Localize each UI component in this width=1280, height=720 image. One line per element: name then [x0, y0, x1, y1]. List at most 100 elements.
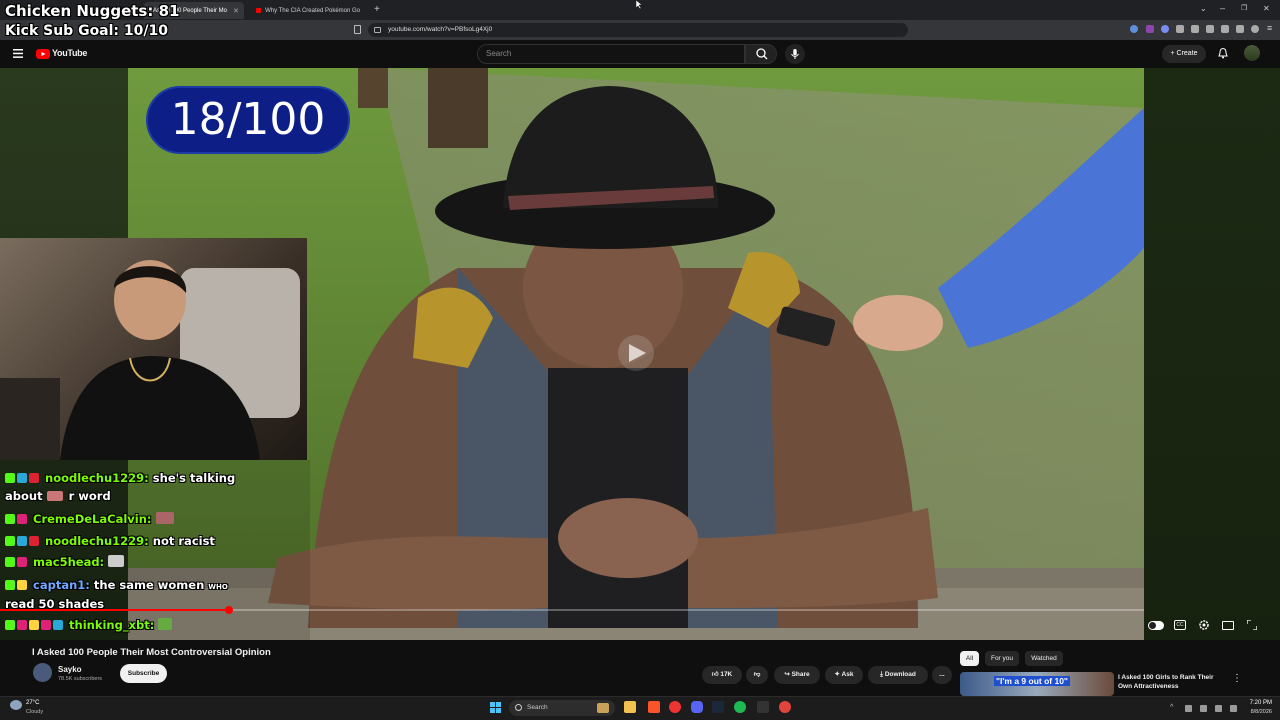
- webcam-frame: [0, 260, 300, 460]
- fullscreen-icon[interactable]: [1247, 620, 1257, 630]
- kick-badge-icon: [5, 557, 15, 567]
- volume-icon[interactable]: [1230, 705, 1237, 712]
- maximize-window-icon[interactable]: ❐: [1241, 4, 1247, 12]
- hamburger-menu-icon[interactable]: [13, 49, 23, 58]
- thumbnail-caption: "I'm a 9 out of 10": [994, 676, 1070, 686]
- clock-time[interactable]: 7:20 PM: [1246, 700, 1272, 706]
- channel-name[interactable]: Sayko: [58, 665, 82, 674]
- kick-sub-goal: Kick Sub Goal: 10/10: [5, 23, 168, 39]
- create-button[interactable]: + Create: [1162, 45, 1206, 63]
- streamer-webcam: [0, 238, 307, 460]
- system-tray-chevron-icon[interactable]: ^: [1170, 704, 1173, 711]
- account-avatar[interactable]: [1244, 45, 1260, 61]
- profile-icon[interactable]: [1251, 25, 1259, 33]
- voice-search-button[interactable]: [785, 44, 805, 64]
- brave-browser-icon[interactable]: [648, 701, 660, 713]
- tab-search-icon[interactable]: ⌄: [1200, 4, 1207, 13]
- share-button[interactable]: ↪ Share: [774, 666, 820, 684]
- chat-message: noodlechu1229: she's talking: [5, 471, 235, 485]
- opera-icon[interactable]: [669, 701, 681, 713]
- close-tab-icon[interactable]: ✕: [233, 7, 239, 15]
- sidebar-toggle-icon[interactable]: [1206, 25, 1214, 33]
- tray-mic-icon[interactable]: [1200, 705, 1207, 712]
- obs-icon[interactable]: [779, 701, 791, 713]
- channel-avatar[interactable]: [33, 663, 52, 682]
- new-tab-button[interactable]: +: [374, 4, 380, 15]
- bookmark-icon[interactable]: [354, 25, 361, 34]
- emote-icon: [46, 491, 63, 501]
- subscriber-count: 78.5K subscribers: [58, 676, 103, 682]
- weather-cloud-icon[interactable]: [10, 700, 22, 710]
- gift-badge-icon: [29, 473, 39, 483]
- ask-button[interactable]: ✦ Ask: [825, 666, 863, 684]
- miniplayer-icon[interactable]: [1222, 621, 1234, 630]
- close-window-icon[interactable]: ✕: [1263, 4, 1270, 13]
- extension-circle-icon[interactable]: [1161, 25, 1169, 33]
- windows-start-icon[interactable]: [490, 702, 501, 713]
- chip-all[interactable]: All: [960, 651, 979, 666]
- gift-badge-icon: [29, 536, 39, 546]
- sparkle-icon: ✦: [834, 671, 842, 678]
- file-explorer-icon[interactable]: [624, 701, 636, 713]
- sub-badge-icon: [17, 473, 27, 483]
- emote-icon: [155, 512, 174, 524]
- stream-chat-overlay: noodlechu1229: she's talking about r wor…: [0, 460, 310, 640]
- share-arrow-icon: ↪: [784, 671, 792, 678]
- discord-icon[interactable]: [691, 701, 703, 713]
- video-scrubber-handle[interactable]: [224, 606, 233, 614]
- sub-badge-icon: [17, 620, 27, 630]
- extension-twitch-icon[interactable]: [1146, 25, 1154, 33]
- taskbar-search[interactable]: Search: [509, 700, 615, 716]
- chip-for-you[interactable]: For you: [985, 651, 1019, 666]
- network-icon[interactable]: [1215, 705, 1222, 712]
- kick-badge-icon: [5, 473, 15, 483]
- wallet-icon[interactable]: [1221, 25, 1229, 33]
- clock-date[interactable]: 8/8/2026: [1244, 709, 1272, 715]
- captions-icon[interactable]: CC: [1174, 620, 1186, 630]
- site-info-icon[interactable]: [374, 27, 381, 33]
- autoplay-toggle[interactable]: [1148, 621, 1164, 630]
- url-field[interactable]: youtube.com/watch?v=PBfsoLg4Xj0: [368, 23, 908, 37]
- chat-message: CremeDeLaCalvin:: [5, 512, 176, 526]
- microphone-icon: [791, 49, 799, 59]
- more-actions-button[interactable]: ...: [932, 666, 952, 684]
- subscribe-button[interactable]: Subscribe: [120, 664, 167, 683]
- chat-message-continued: about r word: [5, 489, 111, 503]
- browser-tab-bar: I Asked 100 People Their Mo ✕ Why The CI…: [0, 0, 1280, 20]
- extension-puzzle-icon[interactable]: [1176, 25, 1184, 33]
- extension-audio-icon[interactable]: [1130, 25, 1138, 33]
- sub-badge-icon: [53, 620, 63, 630]
- spotify-icon[interactable]: [734, 701, 746, 713]
- media-controls-icon[interactable]: [1191, 25, 1199, 33]
- terminal-icon[interactable]: [757, 701, 769, 713]
- weather-temperature[interactable]: 27°C: [26, 700, 39, 706]
- vip-badge-icon: [17, 580, 27, 590]
- chip-watched[interactable]: Watched: [1025, 651, 1063, 666]
- youtube-logo-text[interactable]: YouTube: [52, 48, 87, 58]
- tab-cia-pokemon[interactable]: Why The CIA Created Pokémon Go: [250, 2, 366, 19]
- browser-menu-icon[interactable]: ≡: [1267, 23, 1272, 33]
- emote-icon: [158, 618, 173, 630]
- recommended-more-icon[interactable]: ⋮: [1232, 673, 1242, 684]
- kick-badge-icon: [5, 514, 15, 524]
- recommended-title[interactable]: I Asked 100 Girls to Rank Their Own Attr…: [1118, 673, 1228, 691]
- dislike-button[interactable]: 👎︎: [746, 666, 768, 684]
- download-button[interactable]: ⤓ Download: [868, 666, 928, 684]
- windows-taskbar: [0, 696, 1280, 720]
- survey-progress-counter: 18/100: [146, 86, 350, 154]
- like-button[interactable]: 👍︎ 17K: [702, 666, 742, 684]
- steam-icon[interactable]: [712, 701, 724, 713]
- search-input[interactable]: Search: [477, 44, 745, 64]
- tray-app-icon[interactable]: [1185, 705, 1192, 712]
- notifications-bell-icon[interactable]: [1218, 48, 1228, 59]
- youtube-logo-icon[interactable]: [36, 49, 50, 59]
- search-button[interactable]: [745, 44, 777, 64]
- kick-badge-icon: [5, 536, 15, 546]
- minimize-window-icon[interactable]: –: [1220, 3, 1225, 13]
- sub-badge-icon: [17, 557, 27, 567]
- settings-gear-icon[interactable]: [1198, 619, 1210, 631]
- kick-badge-icon: [5, 580, 15, 590]
- download-icon[interactable]: [1236, 25, 1244, 33]
- sub-badge-icon: [17, 514, 27, 524]
- sub-badge-icon: [41, 620, 51, 630]
